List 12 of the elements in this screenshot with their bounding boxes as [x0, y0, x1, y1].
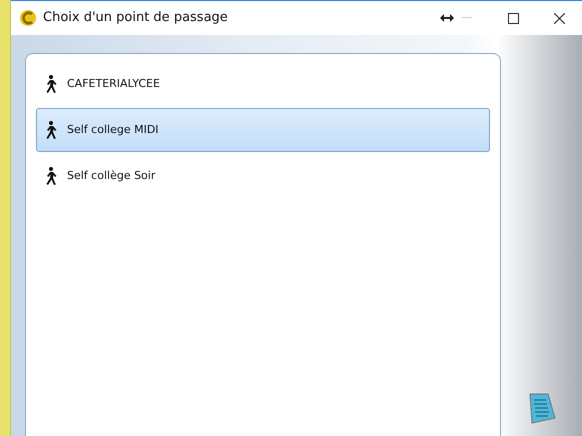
walking-person-icon — [45, 167, 57, 185]
window-title: Choix d'un point de passage — [43, 9, 228, 28]
maximize-icon[interactable] — [508, 12, 518, 24]
walking-person-icon — [45, 121, 57, 139]
walking-person-icon — [45, 75, 57, 93]
list-item[interactable]: CAFETERIALYCEE — [36, 62, 490, 106]
resize-icon[interactable] — [440, 14, 454, 22]
list-item[interactable]: Self collège Soir — [36, 154, 490, 198]
list-item[interactable]: Self college MIDI — [36, 108, 490, 152]
close-icon[interactable] — [554, 12, 564, 24]
app-logo-icon — [19, 9, 37, 27]
document-icon[interactable] — [528, 392, 556, 424]
